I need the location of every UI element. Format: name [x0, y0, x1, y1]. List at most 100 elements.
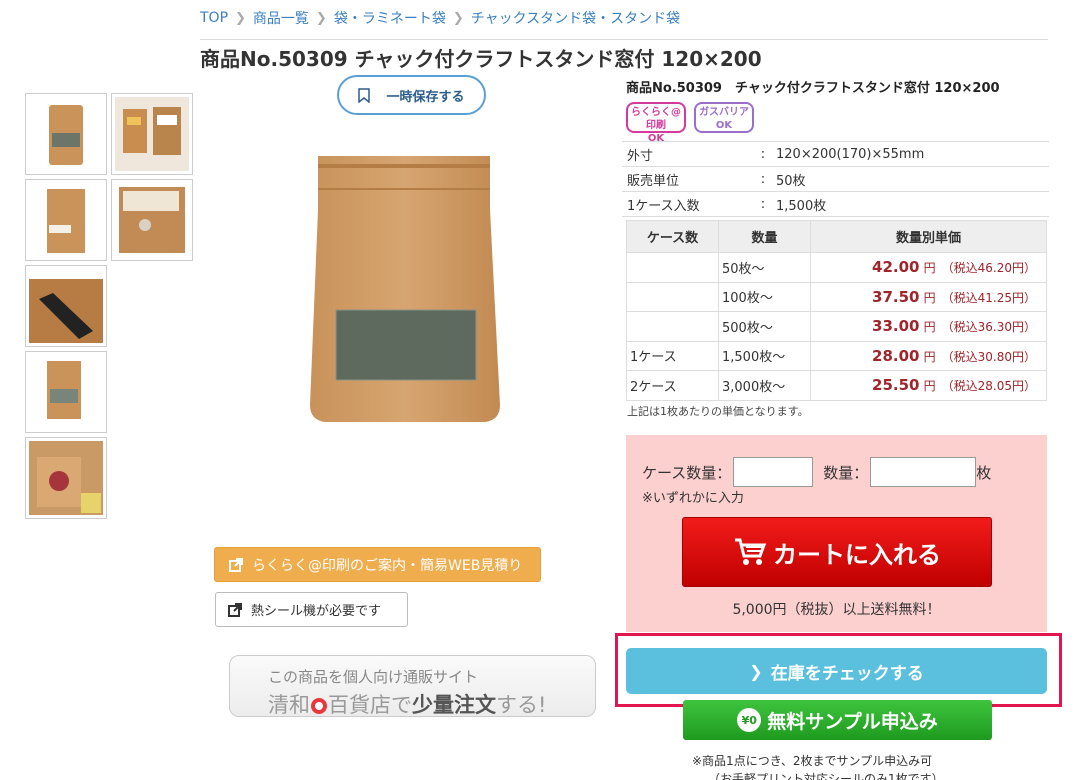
spec-value: 1,500枚 — [771, 191, 1049, 217]
cases-cell — [626, 311, 719, 342]
price-unit: 円 — [923, 349, 936, 364]
price-table: ケース数 数量 数量別単価 50枚〜 42.00 円 （税込46.20円） 100… — [626, 220, 1047, 401]
thumbnail-4[interactable] — [111, 179, 193, 261]
badge-line: ガスバリア — [699, 107, 749, 118]
bookmark-icon — [358, 87, 371, 103]
qty-cell: 1,500枚〜 — [718, 340, 811, 371]
cart-label: カートに入れる — [773, 540, 941, 569]
personal-shop-banner[interactable]: この商品を個人向け通販サイト 清和 百貨店で少量注文する! — [229, 655, 596, 717]
price-cell: 25.50 円 （税込28.05円） — [810, 370, 1047, 401]
product-title: 商品No.50309 チャック付クラフトスタンド窓付 120×200 — [626, 81, 1000, 96]
thumbnail-7[interactable] — [25, 437, 107, 519]
breadcrumb-products[interactable]: 商品一覧 — [253, 8, 309, 28]
price-unit: 円 — [923, 379, 936, 394]
breadcrumb-top[interactable]: TOP — [200, 10, 228, 26]
spec-sep: : — [755, 191, 771, 217]
col-header: ケース数 — [626, 220, 719, 253]
free-sample-button[interactable]: ¥0 無料サンプル申込み — [683, 700, 992, 740]
chevron-right-icon: ❯ — [315, 10, 327, 26]
yen-icon: ¥0 — [737, 708, 762, 732]
shop-logo-icon — [311, 698, 327, 714]
qty-cell: 100枚〜 — [718, 281, 811, 312]
spec-key: 外寸 — [622, 141, 755, 167]
cases-cell: 1ケース — [626, 340, 719, 371]
table-row: 販売単位 : 50枚 — [622, 166, 1049, 192]
promo-line1: この商品を個人向け通販サイト — [268, 668, 479, 686]
save-label: 一時保存する — [386, 89, 465, 105]
table-row: 外寸 : 120×200(170)×55mm — [622, 141, 1049, 167]
sample-note-2: （お手軽プリント対応シールのみ1枚です） — [708, 772, 944, 780]
price-tax: （税込36.30円） — [941, 320, 1036, 335]
cases-cell — [626, 281, 719, 312]
table-row: 1ケース 1,500枚〜 28.00 円 （税込30.80円） — [626, 340, 1047, 371]
cases-cell: 2ケース — [626, 370, 719, 401]
spec-value: 50枚 — [771, 166, 1049, 192]
external-link-icon — [228, 602, 242, 617]
badge-line: らくらく@印刷 — [631, 107, 681, 131]
add-to-cart-button[interactable]: カートに入れる — [682, 517, 992, 587]
breadcrumb-bags[interactable]: 袋・ラミネート袋 — [334, 8, 446, 28]
price-value: 33.00 — [872, 317, 920, 336]
spec-key: 販売単位 — [622, 166, 755, 192]
spec-sep: : — [755, 141, 771, 167]
page-title: 商品No.50309 チャック付クラフトスタンド窓付 120×200 — [200, 47, 762, 71]
promo-bold: 少量注文 — [412, 693, 496, 717]
order-panel: ケース数量： 数量： 枚 ※いずれかに入力 カートに入れる 5,000円（税抜）… — [626, 435, 1047, 632]
qty-cell: 3,000枚〜 — [718, 370, 811, 401]
price-value: 28.00 — [872, 346, 920, 365]
table-row: 2ケース 3,000枚〜 25.50 円 （税込28.05円） — [626, 370, 1047, 401]
cases-cell — [626, 252, 719, 283]
breadcrumb-stand-bags[interactable]: チャックスタンド袋・スタンド袋 — [471, 8, 680, 28]
print-guide-label: らくらく@印刷のご案内・簡易WEB見積り — [252, 557, 523, 574]
cart-icon — [735, 538, 767, 565]
save-temporarily-button[interactable]: 一時保存する — [337, 75, 486, 115]
promo-line2: 清和 百貨店で少量注文する! — [268, 689, 595, 719]
spec-sep: : — [755, 166, 771, 192]
divider — [200, 39, 1048, 40]
price-unit: 円 — [923, 290, 936, 305]
heat-seal-button[interactable]: 熱シール機が必要です — [215, 592, 408, 627]
price-value: 42.00 — [872, 258, 920, 277]
promo-mid: で — [391, 693, 412, 717]
price-tax: （税込30.80円） — [941, 349, 1036, 364]
thumbnail-5[interactable] — [25, 265, 107, 347]
spec-key: 1ケース入数 — [622, 191, 755, 217]
print-guide-button[interactable]: らくらく@印刷のご案内・簡易WEB見積り — [214, 547, 541, 582]
price-cell: 42.00 円 （税込46.20円） — [810, 252, 1047, 283]
check-stock-button[interactable]: ❯ 在庫をチェックする — [626, 648, 1047, 694]
sample-note: ※商品1点につき、2枚までサンプル申込み可 — [692, 754, 933, 768]
price-note: 上記は1枚あたりの単価となります。 — [627, 405, 809, 418]
easy-print-badge: らくらく@印刷 OK — [626, 102, 686, 144]
thumbnail-3[interactable] — [25, 179, 107, 261]
promo-shop-a: 清和 — [268, 693, 310, 717]
qty-cell: 500枚〜 — [718, 311, 811, 342]
thumbnail-6[interactable] — [25, 351, 107, 433]
col-header: 数量別単価 — [810, 220, 1047, 253]
price-value: 37.50 — [872, 287, 920, 306]
table-row: 1ケース入数 : 1,500枚 — [622, 191, 1049, 217]
chevron-right-icon: ❯ — [452, 10, 464, 26]
price-unit: 円 — [923, 320, 936, 335]
price-tax: （税込41.25円） — [941, 290, 1036, 305]
promo-shop-b: 百貨店 — [328, 693, 391, 717]
price-tax: （税込28.05円） — [941, 379, 1036, 394]
check-stock-label: 在庫をチェックする — [770, 663, 924, 684]
external-link-icon — [229, 557, 243, 572]
input-hint: ※いずれかに入力 — [642, 491, 744, 506]
thumbnail-1[interactable] — [25, 93, 107, 175]
qty-input[interactable] — [870, 457, 977, 487]
qty-label: 数量： — [823, 463, 869, 482]
thumbnail-2[interactable] — [111, 93, 193, 175]
spec-value: 120×200(170)×55mm — [771, 141, 1049, 167]
badge-line: OK — [715, 120, 733, 131]
shipping-note: 5,000円（税抜）以上送料無料！ — [732, 602, 941, 618]
table-header: ケース数 数量 数量別単価 — [626, 220, 1047, 253]
table-row: 500枚〜 33.00 円 （税込36.30円） — [626, 311, 1047, 342]
chevron-right-icon: ❯ — [749, 661, 763, 681]
promo-end: する! — [496, 693, 547, 717]
table-row: 50枚〜 42.00 円 （税込46.20円） — [626, 252, 1047, 283]
case-qty-input[interactable] — [733, 457, 814, 487]
price-value: 25.50 — [872, 376, 920, 395]
price-unit: 円 — [923, 261, 936, 276]
col-header: 数量 — [718, 220, 811, 253]
